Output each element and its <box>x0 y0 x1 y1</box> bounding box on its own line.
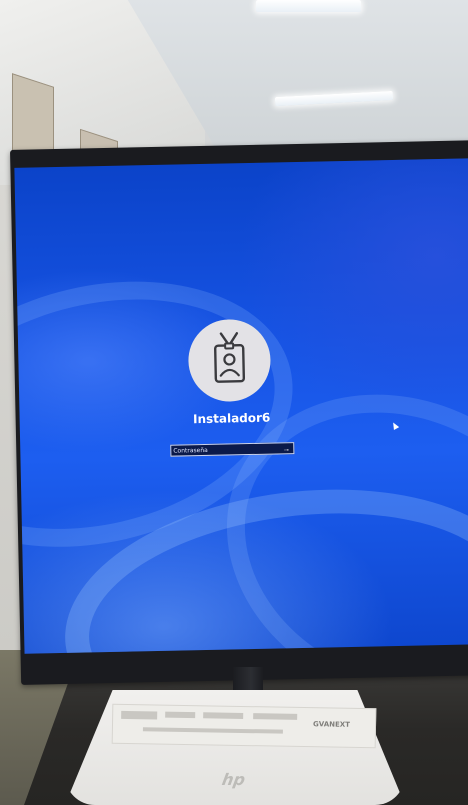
hp-logo: hp <box>220 770 247 789</box>
lock-screen: Instalador6 → <box>14 158 468 654</box>
monitor: Instalador6 → <box>10 140 468 685</box>
sticker-logo <box>253 713 298 720</box>
password-input[interactable] <box>171 443 280 456</box>
sticker-logo <box>121 710 158 720</box>
sticker-logo <box>165 711 196 719</box>
sticker-fine-print <box>142 727 283 734</box>
ceiling-light <box>256 0 361 12</box>
sticker-logo <box>203 712 244 719</box>
arrow-right-icon[interactable]: → <box>279 443 293 453</box>
inventory-sticker: GVANEXT <box>111 703 377 749</box>
id-badge-user-icon <box>207 330 252 390</box>
photo-scene: Instalador6 → GVANEXT hp <box>0 0 468 805</box>
sticker-brand: GVANEXT <box>312 720 351 729</box>
username-label: Instalador6 <box>192 410 271 427</box>
